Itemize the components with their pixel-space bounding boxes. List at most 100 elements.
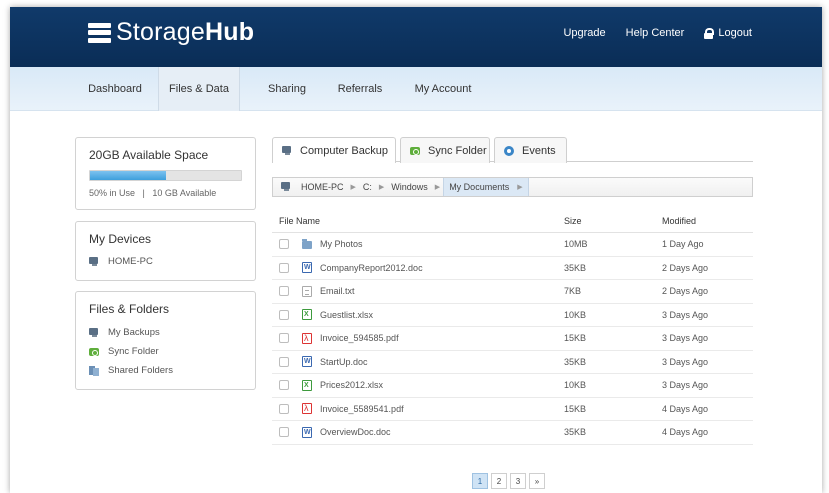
breadcrumb-label: My Documents — [449, 182, 510, 192]
table-row[interactable]: OverviewDoc.doc 35KB 4 Days Ago — [272, 421, 753, 445]
storage-separator: | — [142, 188, 145, 198]
file-name[interactable]: OverviewDoc.doc — [320, 427, 391, 437]
logout-label: Logout — [718, 27, 752, 39]
file-size: 7KB — [564, 286, 582, 297]
file-name-cell: Email.txt — [272, 285, 564, 297]
column-file-name[interactable]: File Name — [272, 216, 564, 226]
table-row[interactable]: Invoice_5589541.pdf 15KB 4 Days Ago — [272, 398, 753, 421]
tab-label: Sync Folder — [428, 144, 487, 157]
row-checkbox[interactable] — [279, 239, 289, 250]
table-row[interactable]: Email.txt 7KB 2 Days Ago — [272, 280, 753, 304]
doc-icon — [302, 262, 312, 274]
column-size[interactable]: Size — [564, 216, 662, 226]
file-modified: 2 Days Ago — [662, 286, 709, 297]
storage-progress-fill — [90, 171, 166, 180]
doc-icon — [302, 426, 312, 438]
files-folders-panel: Files & Folders My Backups Sync Folder S… — [75, 291, 256, 390]
page-1-button[interactable]: 1 — [472, 473, 488, 489]
page-2-button[interactable]: 2 — [491, 473, 507, 489]
storage-title: 20GB Available Space — [89, 148, 209, 162]
devices-title: My Devices — [89, 232, 152, 246]
lock-icon — [704, 27, 715, 39]
logo-text-bold: Hub — [204, 18, 255, 46]
pagination: 1 2 3 » — [472, 473, 548, 489]
logo[interactable]: StorageHub — [88, 18, 254, 47]
table-row[interactable]: CompanyReport2012.doc 35KB 2 Days Ago — [272, 257, 753, 280]
logout-link[interactable]: Logout — [704, 27, 752, 39]
row-checkbox[interactable] — [279, 356, 289, 367]
column-modified[interactable]: Modified — [662, 216, 753, 226]
breadcrumb-c-drive[interactable]: C: — [359, 178, 376, 196]
table-row[interactable]: StartUp.doc 35KB 3 Days Ago — [272, 351, 753, 374]
nav-my-account[interactable]: My Account — [406, 67, 480, 111]
breadcrumb-my-documents[interactable]: My Documents ▶ — [443, 178, 529, 196]
file-modified: 4 Days Ago — [662, 427, 709, 438]
help-center-link[interactable]: Help Center — [626, 27, 685, 39]
file-name-cell: Invoice_5589541.pdf — [272, 403, 564, 415]
file-name[interactable]: Guestlist.xlsx — [320, 310, 373, 320]
page-3-button[interactable]: 3 — [510, 473, 526, 489]
row-checkbox[interactable] — [279, 333, 289, 344]
file-name-cell: Prices2012.xlsx — [272, 379, 564, 391]
table-row[interactable]: Prices2012.xlsx 10KB 3 Days Ago — [272, 374, 753, 398]
file-name-cell: StartUp.doc — [272, 356, 564, 368]
row-checkbox[interactable] — [279, 380, 289, 391]
breadcrumb-home-pc[interactable]: HOME-PC — [273, 178, 348, 196]
computer-icon — [89, 327, 100, 338]
breadcrumb-windows[interactable]: Windows — [387, 178, 432, 196]
table-row[interactable]: Invoice_594585.pdf 15KB 3 Days Ago — [272, 327, 753, 351]
side-item-label: My Backups — [108, 327, 160, 338]
nav-referrals[interactable]: Referrals — [328, 67, 392, 111]
side-item-label: Shared Folders — [108, 365, 173, 376]
file-name[interactable]: My Photos — [320, 239, 363, 249]
next-page-button[interactable]: » — [529, 473, 545, 489]
xlsx-icon — [302, 379, 312, 391]
file-name[interactable]: StartUp.doc — [320, 357, 368, 367]
nav-sharing[interactable]: Sharing — [257, 67, 317, 111]
tab-label: Computer Backup — [300, 144, 389, 157]
app-window: StorageHub Upgrade Help Center Logout Da… — [10, 7, 822, 493]
breadcrumb: HOME-PC ▶ C: ▶ Windows ▶ My Documents ▶ — [272, 177, 753, 197]
tab-label: Events — [522, 144, 556, 157]
tab-events[interactable]: Events — [494, 137, 567, 163]
side-item-sync-folder[interactable]: Sync Folder — [76, 342, 255, 361]
file-name[interactable]: Invoice_5589541.pdf — [320, 404, 404, 414]
main-nav: Dashboard Files & Data Sharing Referrals… — [10, 67, 822, 111]
row-checkbox[interactable] — [279, 309, 289, 320]
file-size: 35KB — [564, 427, 587, 438]
file-name[interactable]: Invoice_594585.pdf — [320, 333, 399, 343]
upgrade-link[interactable]: Upgrade — [563, 27, 605, 39]
file-name[interactable]: CompanyReport2012.doc — [320, 263, 423, 273]
row-checkbox[interactable] — [279, 403, 289, 414]
chevron-right-icon: ▶ — [378, 184, 385, 191]
shared-folders-icon — [89, 365, 100, 376]
files-folders-title: Files & Folders — [89, 302, 170, 316]
xlsx-icon — [302, 309, 312, 321]
chevron-right-icon: ▶ — [350, 184, 356, 191]
sync-folder-icon — [410, 146, 421, 156]
computer-icon — [89, 256, 100, 267]
folder-icon — [302, 239, 312, 250]
file-name[interactable]: Prices2012.xlsx — [320, 380, 383, 390]
device-home-pc[interactable]: HOME-PC — [76, 252, 255, 271]
nav-files-data[interactable]: Files & Data — [158, 67, 240, 111]
side-item-shared-folders[interactable]: Shared Folders — [76, 361, 255, 380]
row-checkbox[interactable] — [279, 286, 289, 297]
tab-computer-backup[interactable]: Computer Backup — [272, 137, 396, 163]
txt-icon — [302, 285, 312, 297]
table-row[interactable]: Guestlist.xlsx 10KB 3 Days Ago — [272, 304, 753, 327]
row-checkbox[interactable] — [279, 262, 289, 273]
file-name-cell: Guestlist.xlsx — [272, 309, 564, 321]
logo-text-light: Storage — [116, 18, 205, 46]
file-table: File Name Size Modified My Photos 10MB 1 D… — [272, 209, 753, 445]
file-name[interactable]: Email.txt — [320, 286, 355, 296]
row-checkbox[interactable] — [279, 427, 289, 438]
side-item-my-backups[interactable]: My Backups — [76, 323, 255, 342]
content-tabs: Computer Backup Sync Folder Events — [272, 137, 753, 163]
file-size: 10KB — [564, 309, 587, 320]
storage-in-use: 50% in Use — [89, 188, 136, 198]
file-size: 35KB — [564, 356, 587, 367]
table-row[interactable]: My Photos 10MB 1 Day Ago — [272, 233, 753, 257]
nav-dashboard[interactable]: Dashboard — [74, 67, 156, 111]
tab-sync-folder[interactable]: Sync Folder — [400, 137, 490, 163]
